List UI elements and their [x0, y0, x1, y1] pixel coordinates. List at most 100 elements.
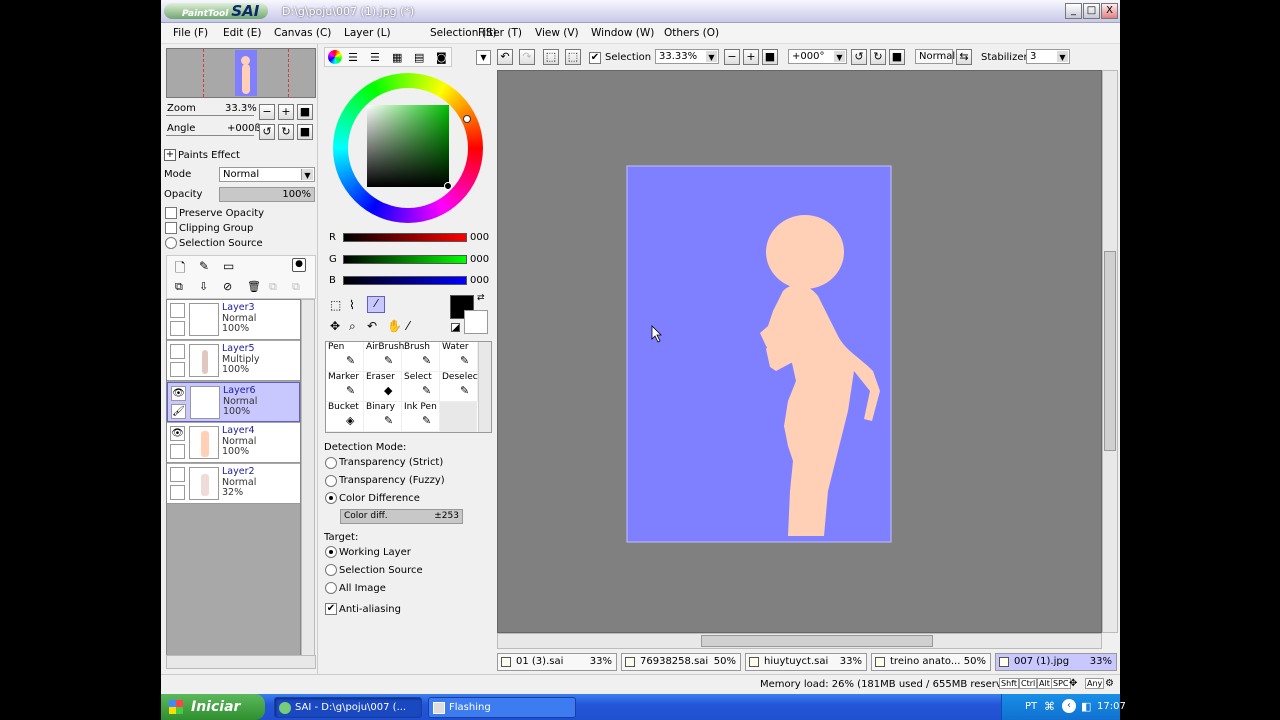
canvas-area[interactable]: [497, 70, 1102, 633]
tool-pen[interactable]: Pen ✎: [326, 342, 364, 372]
r-slider[interactable]: [343, 233, 467, 242]
taskbar-item-sai[interactable]: SAI - D:\g\poju\007 (...: [274, 697, 422, 718]
transparency-fuzzy-radio[interactable]: [325, 475, 337, 487]
zoom-slider[interactable]: [166, 115, 254, 116]
color-cursor[interactable]: [444, 182, 452, 190]
new-linework-layer-icon[interactable]: ✎: [199, 259, 209, 273]
angle-slider[interactable]: [166, 135, 254, 136]
reset-colors-icon[interactable]: [451, 323, 460, 332]
zoom-in-button[interactable]: +: [278, 104, 294, 120]
move-icon[interactable]: ✥: [330, 319, 340, 333]
menu-filter[interactable]: Filter (T): [478, 27, 522, 39]
zoom-out-button[interactable]: −: [259, 104, 275, 120]
eyedropper-icon[interactable]: ⁄: [407, 319, 409, 333]
menu-edit[interactable]: Edit (E): [223, 27, 262, 39]
menu-layer[interactable]: Layer (L): [344, 27, 391, 39]
language-indicator[interactable]: PT: [1025, 701, 1037, 712]
opacity-slider[interactable]: 100%: [219, 187, 315, 202]
layer-list-scrollbar[interactable]: [301, 299, 315, 667]
marquee-icon[interactable]: ⬚: [330, 298, 341, 312]
color-wheel-icon[interactable]: [328, 50, 342, 64]
eye-icon[interactable]: 👁: [171, 386, 186, 401]
start-button[interactable]: Iniciar: [161, 694, 265, 720]
tool-ink-pen[interactable]: Ink Pen ✎: [402, 402, 440, 432]
selection-checkbox[interactable]: ✔: [589, 52, 601, 64]
paints-effect-expand-icon[interactable]: +: [164, 149, 176, 161]
zoom-select[interactable]: 33.33% ▼: [655, 49, 719, 64]
lock-toggle[interactable]: [170, 362, 185, 377]
vertical-scrollbar[interactable]: [1102, 70, 1118, 633]
palette-icon[interactable]: ◙: [436, 51, 447, 64]
flip-horizontal-button[interactable]: ⇆: [956, 49, 972, 65]
layer-row[interactable]: Layer3 Normal 100%: [167, 300, 300, 340]
taskbar-item-flashing[interactable]: Flashing: [428, 697, 576, 718]
volume-icon[interactable]: ◧: [1081, 700, 1091, 713]
zoom-reset-button[interactable]: ■: [762, 49, 778, 65]
layer-mask-icon[interactable]: ●: [292, 258, 306, 272]
rotate-left-button[interactable]: ↺: [259, 124, 275, 140]
selection-source-radio[interactable]: [165, 237, 177, 249]
zoom-out-button[interactable]: −: [724, 49, 740, 65]
copy-layer-icon[interactable]: ⧉: [175, 280, 183, 294]
panel-menu-icon[interactable]: ▼: [476, 50, 491, 65]
doc-tab-active[interactable]: 007 (1).jpg 33%: [995, 653, 1117, 671]
layer-row[interactable]: 👁 🖌 Layer6 Normal 100%: [167, 382, 300, 422]
tool-brush[interactable]: Brush ✎: [402, 342, 440, 372]
trash-icon[interactable]: 🗑: [247, 280, 261, 293]
zoom-reset-button[interactable]: ■: [297, 104, 313, 120]
all-image-radio[interactable]: [325, 582, 337, 594]
undo-button[interactable]: ↶: [497, 49, 513, 65]
zoom-in-button[interactable]: +: [743, 49, 759, 65]
preserve-opacity-checkbox[interactable]: [165, 207, 177, 219]
layer-row[interactable]: Layer5 Multiply 100%: [167, 341, 300, 381]
eye-icon[interactable]: 👁: [170, 426, 185, 441]
g-slider[interactable]: [343, 255, 467, 264]
tool-eraser[interactable]: Eraser ◆: [364, 372, 402, 402]
menu-others[interactable]: Others (O): [664, 27, 719, 39]
redo-button[interactable]: ↷: [519, 49, 535, 65]
new-folder-icon[interactable]: ▭: [223, 259, 234, 273]
rgb-slider-icon[interactable]: ☰: [348, 51, 358, 64]
tool-water[interactable]: Water ✎: [440, 342, 478, 372]
rotate-right-button[interactable]: ↻: [870, 49, 886, 65]
hsv-slider-icon[interactable]: ☰: [370, 51, 380, 64]
zoom-tool-icon[interactable]: ⌕: [349, 319, 356, 334]
color-difference-radio[interactable]: [325, 492, 337, 504]
rotate-reset-button[interactable]: ■: [297, 124, 313, 140]
tool-grid-scrollbar[interactable]: [478, 342, 491, 432]
chevron-left-icon[interactable]: ‹: [1062, 699, 1076, 713]
doc-tab[interactable]: 01 (3).sai 33%: [497, 653, 617, 671]
lock-toggle[interactable]: [170, 321, 185, 336]
brush-icon[interactable]: 🖌: [171, 404, 186, 419]
selection-source-target-radio[interactable]: [325, 564, 337, 576]
menu-canvas[interactable]: Canvas (C): [274, 27, 331, 39]
angle-select[interactable]: +000° ▼: [788, 49, 847, 64]
scratchpad-icon[interactable]: ▤: [414, 51, 424, 64]
horizontal-scrollbar[interactable]: [497, 633, 1102, 649]
tool-bucket[interactable]: Bucket ◈: [326, 402, 364, 432]
lock-toggle[interactable]: [170, 485, 185, 500]
visibility-toggle[interactable]: [170, 303, 185, 318]
flatten-icon[interactable]: ⧉: [292, 280, 300, 294]
network-icon[interactable]: ⌘: [1044, 700, 1055, 713]
anti-aliasing-checkbox[interactable]: ✔: [325, 603, 337, 615]
tool-deselect[interactable]: Deselect ✎: [440, 372, 481, 402]
mode-select[interactable]: Normal ▼: [219, 167, 315, 182]
color-diff-slider[interactable]: Color diff. ±253: [340, 509, 463, 524]
magic-wand-icon[interactable]: ⁄: [367, 296, 385, 313]
tool-select[interactable]: Select ✎: [402, 372, 440, 402]
menu-view[interactable]: View (V): [535, 27, 579, 39]
secondary-color-swatch[interactable]: [464, 310, 488, 334]
navigator-preview[interactable]: [166, 48, 316, 98]
doc-tab[interactable]: hiuytuyct.sai 33%: [745, 653, 867, 671]
menu-window[interactable]: Window (W): [591, 27, 654, 39]
tool-marker[interactable]: Marker ✎: [326, 372, 364, 402]
minimize-button[interactable]: _: [1065, 3, 1082, 19]
select-none-button[interactable]: ⬚: [543, 49, 559, 65]
swap-colors-icon[interactable]: ⇄: [477, 293, 485, 303]
visibility-toggle[interactable]: [170, 344, 185, 359]
clipping-group-checkbox[interactable]: [165, 222, 177, 234]
invert-selection-button[interactable]: ⬚: [565, 49, 581, 65]
rotate-left-button[interactable]: ↺: [851, 49, 867, 65]
stabilizer-select[interactable]: 3 ▼: [1026, 49, 1070, 64]
